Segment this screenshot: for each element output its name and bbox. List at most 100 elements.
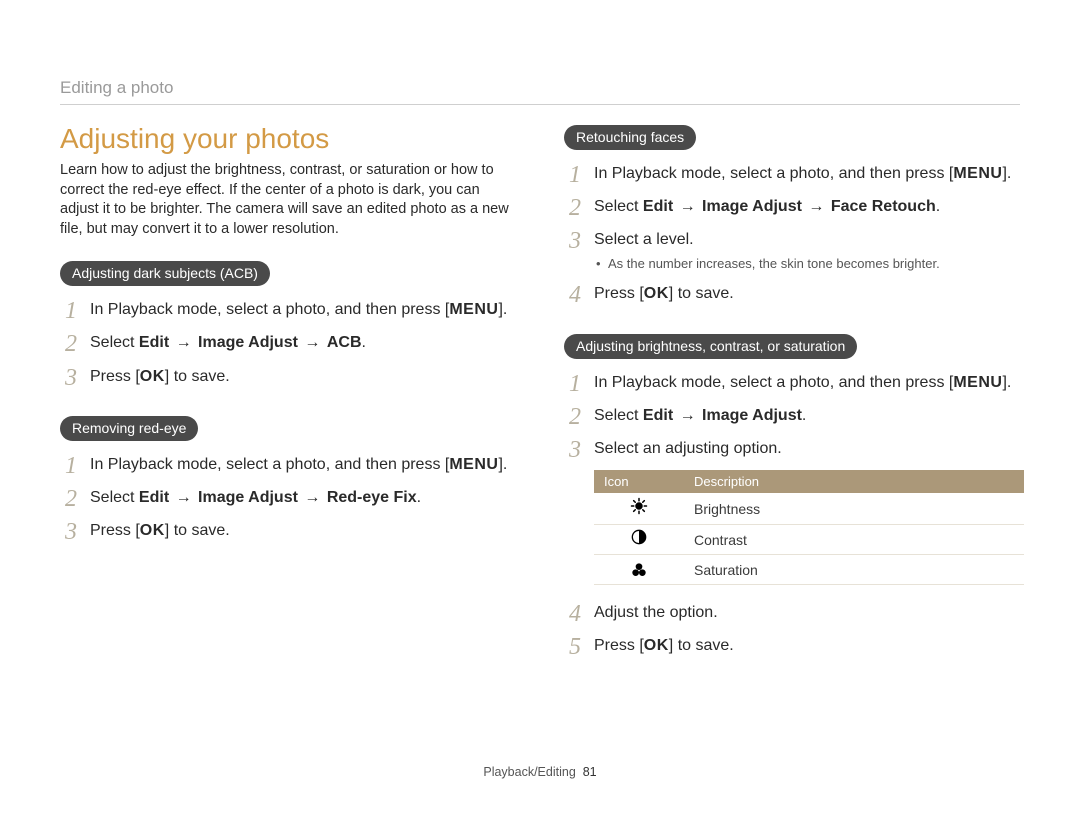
step-bcs-2: 2 Select Edit → Image Adjust. [564, 404, 1020, 427]
face-retouch-label: Face Retouch [831, 198, 936, 215]
step-redeye-3: 3 Press [OK] to save. [60, 519, 516, 542]
menu-badge: MENU [953, 165, 1002, 182]
step-number: 3 [564, 224, 586, 259]
ok-badge: OK [644, 285, 669, 302]
step-text: In Playback mode, select a photo, and th… [594, 165, 949, 182]
press-label: Press [90, 522, 135, 539]
step-number: 4 [564, 597, 586, 632]
table-row: Contrast [594, 525, 1024, 555]
arrow-icon: → [678, 198, 698, 215]
steps-bcs-bottom: 4 Adjust the option. 5 Press [OK] to sav… [564, 601, 1020, 657]
arrow-icon: → [806, 198, 826, 215]
step-number: 1 [564, 367, 586, 402]
period: . [802, 407, 806, 424]
edit-label: Edit [139, 489, 169, 506]
step-faces-2: 2 Select Edit → Image Adjust → Face Reto… [564, 195, 1020, 218]
step-bcs-5: 5 Press [OK] to save. [564, 634, 1020, 657]
step-number: 2 [60, 482, 82, 517]
intro-text: Learn how to adjust the brightness, cont… [60, 161, 516, 239]
pill-faces: Retouching faces [564, 125, 696, 150]
table-head-description: Description [684, 470, 1024, 493]
page-footer: Playback/Editing 81 [0, 765, 1080, 779]
saturation-label: Saturation [684, 555, 1024, 585]
page: Editing a photo Adjusting your photos Le… [0, 0, 1080, 815]
steps-faces: 1 In Playback mode, select a photo, and … [564, 162, 1020, 306]
step-number: 3 [60, 361, 82, 396]
image-adjust-label: Image Adjust [198, 334, 298, 351]
contrast-icon [594, 525, 684, 555]
page-number: 81 [583, 765, 597, 779]
brightness-icon [594, 493, 684, 525]
arrow-icon: → [302, 489, 322, 506]
menu-badge: MENU [449, 301, 498, 318]
footer-section: Playback/Editing [483, 765, 575, 779]
step-number: 5 [564, 630, 586, 665]
period: . [503, 456, 507, 473]
icon-description-table: Icon Description Brightness [594, 470, 1024, 585]
contrast-label: Contrast [684, 525, 1024, 555]
image-adjust-label: Image Adjust [702, 407, 802, 424]
press-label: Press [90, 368, 135, 385]
ok-badge: OK [644, 637, 669, 654]
step-number: 3 [60, 515, 82, 550]
step-number: 2 [60, 327, 82, 362]
step-faces-4: 4 Press [OK] to save. [564, 282, 1020, 305]
step-acb-1: 1 In Playback mode, select a photo, and … [60, 298, 516, 321]
menu-badge: MENU [953, 374, 1002, 391]
period: . [503, 301, 507, 318]
step-text: Adjust the option. [594, 604, 718, 621]
brightness-label: Brightness [684, 493, 1024, 525]
pill-acb: Adjusting dark subjects (ACB) [60, 261, 270, 286]
steps-bcs-top: 1 In Playback mode, select a photo, and … [564, 371, 1020, 461]
step-bcs-3: 3 Select an adjusting option. [564, 437, 1020, 460]
arrow-icon: → [678, 407, 698, 424]
steps-redeye: 1 In Playback mode, select a photo, and … [60, 453, 516, 543]
step-number: 4 [564, 278, 586, 313]
table-row: Saturation [594, 555, 1024, 585]
section-title: Adjusting your photos [60, 123, 516, 155]
table-header-row: Icon Description [594, 470, 1024, 493]
step-number: 1 [60, 294, 82, 329]
page-header: Editing a photo [60, 78, 1020, 105]
select-label: Select [90, 334, 139, 351]
step-bcs-4: 4 Adjust the option. [564, 601, 1020, 624]
step-number: 1 [60, 449, 82, 484]
step-faces-1: 1 In Playback mode, select a photo, and … [564, 162, 1020, 185]
select-label: Select [594, 198, 643, 215]
select-label: Select [594, 407, 643, 424]
to-save-label: to save. [169, 368, 229, 385]
arrow-icon: → [174, 334, 194, 351]
step-faces-3: 3 Select a level. As the number increase… [564, 228, 1020, 272]
to-save-label: to save. [673, 285, 733, 302]
step-text: Select an adjusting option. [594, 440, 782, 457]
step-text: In Playback mode, select a photo, and th… [90, 301, 445, 318]
step-acb-3: 3 Press [OK] to save. [60, 365, 516, 388]
pill-redeye: Removing red-eye [60, 416, 198, 441]
step-number: 2 [564, 400, 586, 435]
menu-badge: MENU [449, 456, 498, 473]
image-adjust-label: Image Adjust [702, 198, 802, 215]
step-bcs-1: 1 In Playback mode, select a photo, and … [564, 371, 1020, 394]
to-save-label: to save. [169, 522, 229, 539]
step-text: In Playback mode, select a photo, and th… [90, 456, 445, 473]
step-number: 2 [564, 191, 586, 226]
arrow-icon: → [174, 489, 194, 506]
content-columns: Adjusting your photos Learn how to adjus… [60, 123, 1020, 684]
table-head-icon: Icon [594, 470, 684, 493]
step-text: Select a level. [594, 231, 694, 248]
step-number: 1 [564, 158, 586, 193]
table-row: Brightness [594, 493, 1024, 525]
press-label: Press [594, 285, 639, 302]
period: . [1007, 165, 1011, 182]
acb-label: ACB [327, 334, 362, 351]
steps-acb: 1 In Playback mode, select a photo, and … [60, 298, 516, 388]
step-faces-3-bullets: As the number increases, the skin tone b… [594, 256, 1020, 273]
pill-bcs: Adjusting brightness, contrast, or satur… [564, 334, 857, 359]
step-text: In Playback mode, select a photo, and th… [594, 374, 949, 391]
ok-badge: OK [140, 522, 165, 539]
arrow-icon: → [302, 334, 322, 351]
step-redeye-2: 2 Select Edit → Image Adjust → Red-eye F… [60, 486, 516, 509]
period: . [417, 489, 421, 506]
step-redeye-1: 1 In Playback mode, select a photo, and … [60, 453, 516, 476]
period: . [362, 334, 366, 351]
